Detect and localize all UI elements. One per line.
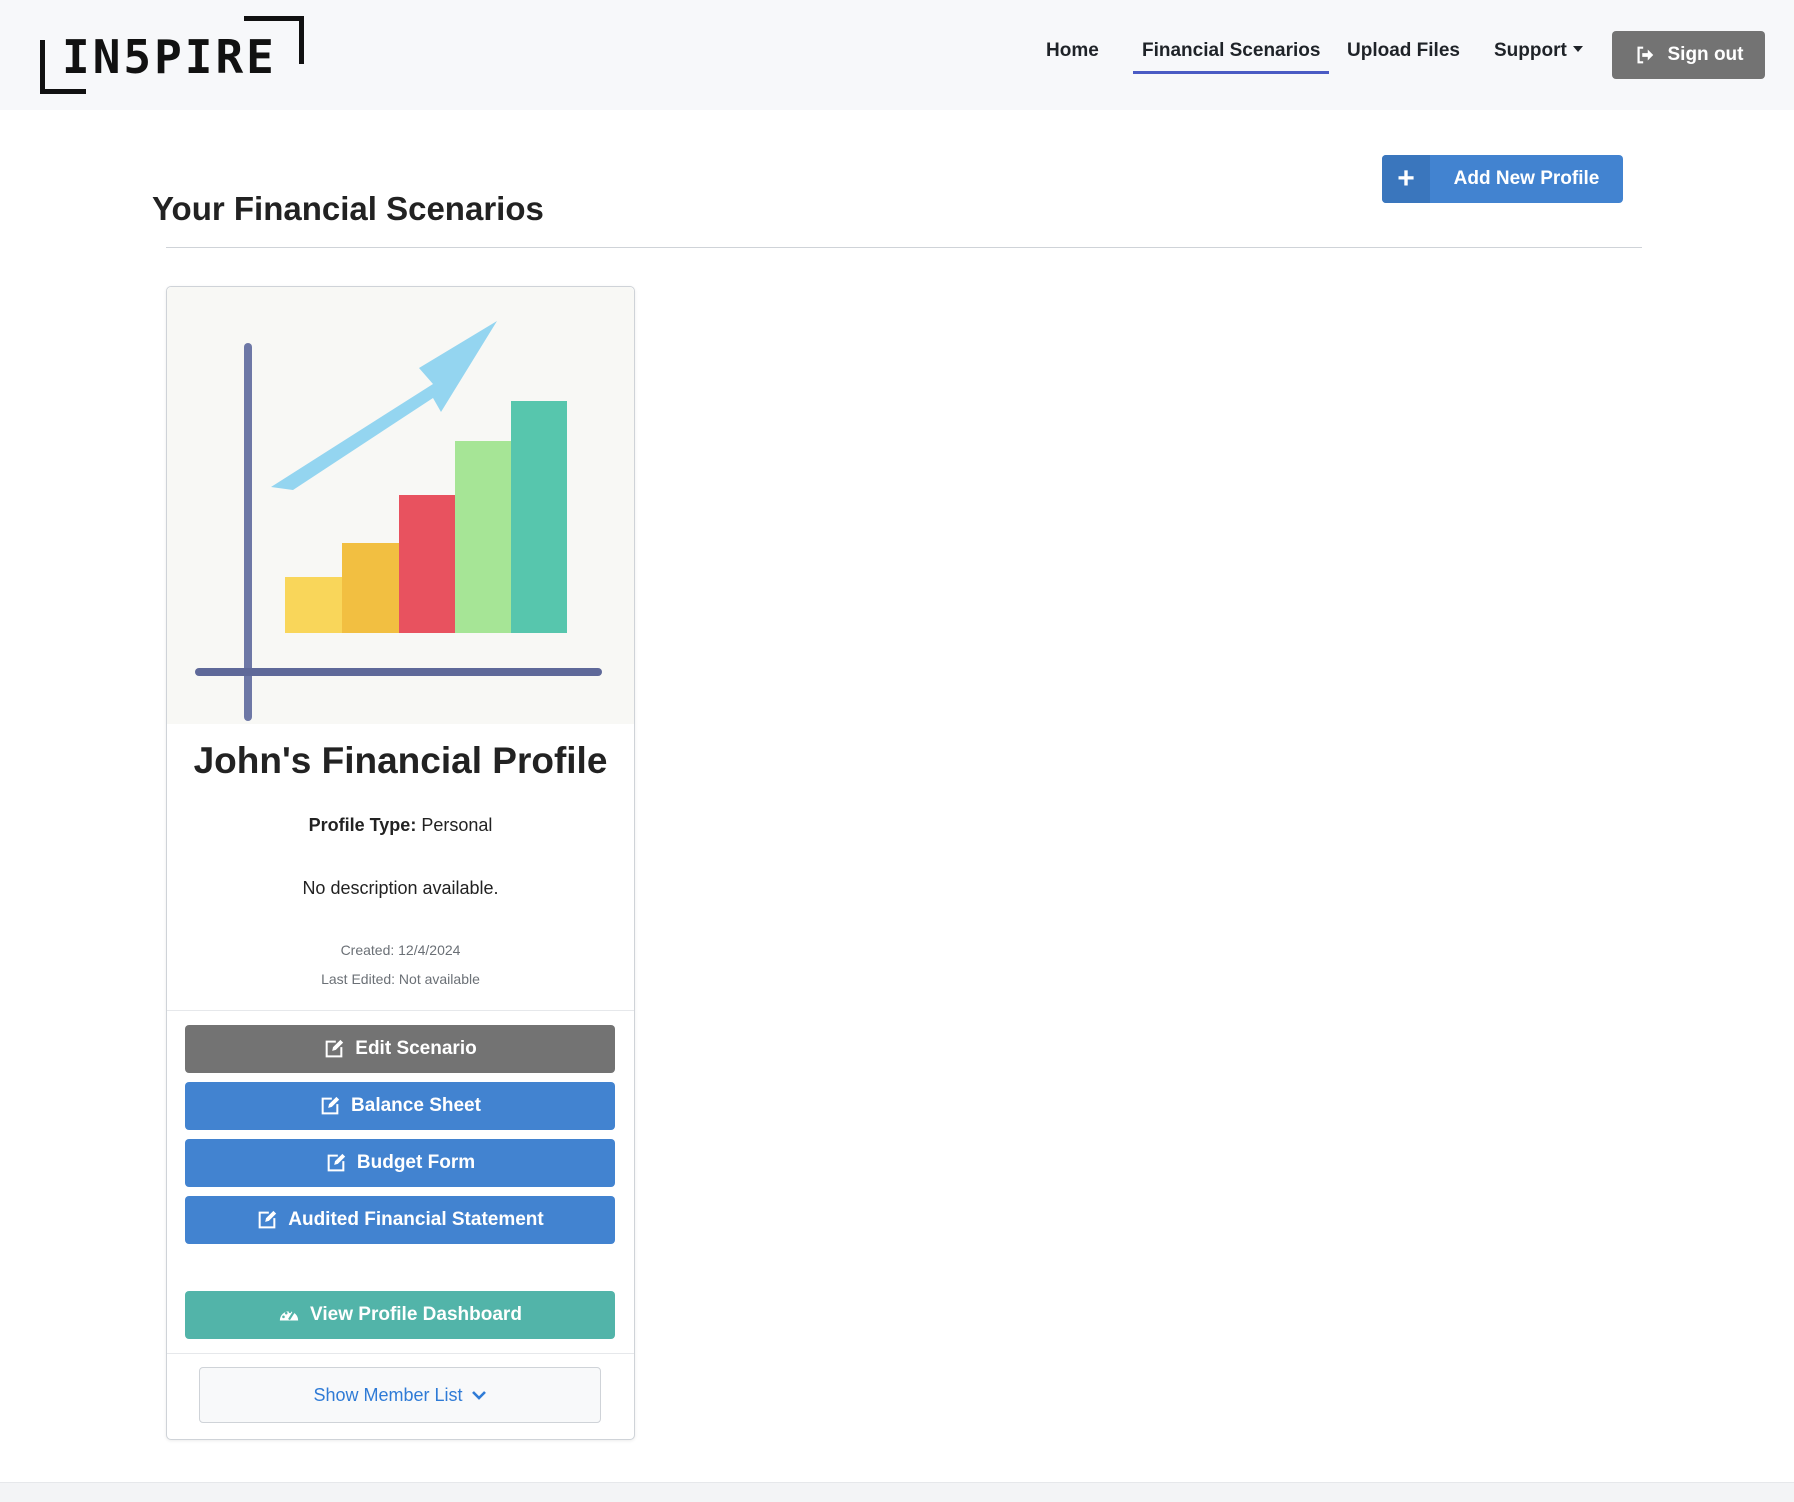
edit-scenario-button[interactable]: Edit Scenario bbox=[185, 1025, 615, 1073]
nav-upload-files[interactable]: Upload Files bbox=[1347, 40, 1460, 62]
created-date: Created: 12/4/2024 bbox=[340, 942, 461, 958]
bar-graphic bbox=[342, 543, 399, 633]
profile-description: No description available. bbox=[302, 878, 499, 898]
caret-down-icon bbox=[1572, 46, 1583, 52]
show-member-list-button[interactable]: Show Member List bbox=[199, 1367, 601, 1423]
balance-sheet-label: Balance Sheet bbox=[351, 1095, 481, 1116]
nav-financial-scenarios[interactable]: Financial Scenarios bbox=[1132, 40, 1330, 74]
profile-title: John's Financial Profile bbox=[193, 740, 608, 781]
edit-icon bbox=[258, 1210, 277, 1229]
edit-scenario-label: Edit Scenario bbox=[355, 1038, 477, 1059]
budget-form-label: Budget Form bbox=[356, 1152, 476, 1173]
nav-home[interactable]: Home bbox=[1046, 40, 1099, 62]
chevron-down-icon bbox=[471, 1391, 486, 1400]
show-member-list-label: Show Member List bbox=[313, 1384, 463, 1405]
profile-card: John's Financial Profile Profile Type: P… bbox=[166, 286, 635, 1440]
profile-card-image bbox=[167, 287, 634, 724]
view-profile-dashboard-button[interactable]: View Profile Dashboard bbox=[185, 1291, 615, 1339]
page-title: Your Financial Scenarios bbox=[152, 190, 544, 227]
add-new-profile-label: Add New Profile bbox=[1453, 168, 1600, 189]
audited-financial-statement-button[interactable]: Audited Financial Statement bbox=[185, 1196, 615, 1244]
footer bbox=[0, 1482, 1794, 1502]
bar-graphic bbox=[455, 441, 511, 633]
nav-support-dropdown[interactable]: Support bbox=[1494, 40, 1583, 62]
brand-logo[interactable]: IN5PIRE bbox=[36, 14, 306, 94]
card-divider bbox=[167, 1010, 634, 1011]
section-divider bbox=[166, 247, 1642, 248]
bar-graphic bbox=[511, 401, 567, 633]
nav-support-label: Support bbox=[1494, 40, 1567, 61]
add-new-profile-button[interactable]: + Add New Profile bbox=[1382, 155, 1623, 203]
budget-form-button[interactable]: Budget Form bbox=[185, 1139, 615, 1187]
edit-icon bbox=[327, 1153, 346, 1172]
edit-icon bbox=[325, 1039, 344, 1058]
profile-type-label: Profile Type: bbox=[308, 815, 417, 835]
logo-text: IN5PIRE bbox=[62, 30, 277, 84]
growth-chart-illustration bbox=[195, 321, 602, 721]
sign-out-icon bbox=[1636, 46, 1653, 64]
sign-out-button[interactable]: Sign out bbox=[1612, 31, 1765, 79]
balance-sheet-button[interactable]: Balance Sheet bbox=[185, 1082, 615, 1130]
dashboard-gauge-icon bbox=[279, 1310, 299, 1321]
plus-icon: + bbox=[1382, 155, 1430, 203]
view-profile-dashboard-label: View Profile Dashboard bbox=[310, 1304, 522, 1325]
profile-type-value: Personal bbox=[421, 815, 493, 835]
bar-graphic bbox=[399, 495, 455, 633]
sign-out-label: Sign out bbox=[1667, 44, 1744, 65]
navbar: IN5PIRE Home Financial Scenarios Upload … bbox=[0, 0, 1794, 110]
audited-financial-statement-label: Audited Financial Statement bbox=[288, 1209, 544, 1230]
card-divider bbox=[167, 1353, 634, 1354]
profile-type: Profile Type: Personal bbox=[167, 815, 634, 836]
last-edited-date: Last Edited: Not available bbox=[321, 971, 480, 987]
edit-icon bbox=[321, 1096, 340, 1115]
bar-graphic bbox=[285, 577, 342, 633]
